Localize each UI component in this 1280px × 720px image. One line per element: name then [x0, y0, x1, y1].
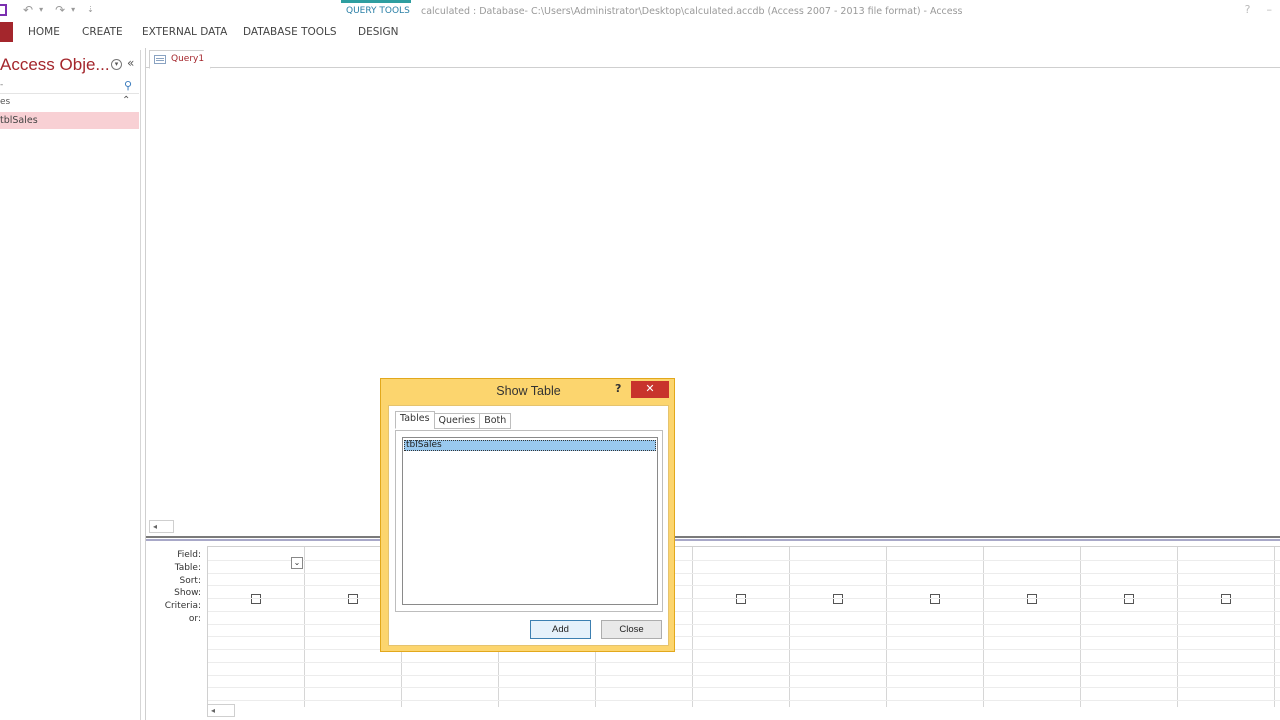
window-title: calculated : Database- C:\Users\Administ… — [421, 6, 963, 17]
navigation-pane: Access Obje... ▾ « - ⚲ es ⌃ tblSales — [0, 50, 141, 720]
tab-both[interactable]: Both — [479, 413, 512, 429]
grid-row-line — [208, 649, 1280, 650]
scroll-left-icon[interactable]: ◂ — [211, 706, 215, 715]
dialog-close-icon[interactable]: ✕ — [631, 381, 669, 398]
show-checkbox[interactable] — [736, 594, 746, 604]
nav-search-text: - — [0, 80, 4, 90]
tables-tab-panel: tblSales — [395, 430, 663, 612]
grid-row-line — [208, 559, 1280, 561]
document-tab-label: Query1 — [171, 54, 205, 64]
row-label-table: Table: — [174, 562, 201, 573]
nav-pane-header[interactable]: Access Obje... ▾ « — [0, 53, 141, 77]
tab-database-tools[interactable]: DATABASE TOOLS — [243, 26, 337, 38]
search-icon[interactable]: ⚲ — [124, 79, 136, 92]
row-label-field: Field: — [177, 550, 201, 560]
grid-row-line — [208, 700, 1280, 701]
redo-dropdown-icon[interactable]: ▾ — [71, 3, 75, 17]
minimize-icon[interactable]: – — [1267, 3, 1273, 16]
grid-column[interactable] — [1178, 547, 1275, 707]
show-checkbox[interactable] — [348, 594, 358, 604]
nav-item-label: tblSales — [0, 115, 38, 126]
design-grid-scrollbar[interactable]: ◂ — [207, 704, 235, 717]
tab-query1[interactable]: Query1 — [149, 50, 211, 69]
contextual-tab-label: QUERY TOOLS — [346, 6, 410, 16]
show-checkbox[interactable] — [930, 594, 940, 604]
add-button[interactable]: Add — [530, 620, 591, 639]
undo-icon[interactable]: ↶ — [23, 3, 33, 17]
grid-row-line — [208, 674, 1280, 676]
tab-create[interactable]: CREATE — [82, 26, 123, 38]
undo-dropdown-icon[interactable]: ▾ — [39, 3, 43, 17]
query-design-workspace: Query1 ◂ Field: Table: Sort: Show: Crite… — [145, 48, 1280, 720]
pane-splitter[interactable] — [146, 536, 1280, 541]
customize-qat-icon[interactable]: ⇣ — [87, 3, 94, 17]
grid-row-line — [208, 610, 1280, 612]
tab-home[interactable]: HOME — [28, 26, 60, 38]
file-tab[interactable] — [0, 22, 13, 42]
query-tools-contextual-tab: QUERY TOOLS — [341, 0, 411, 22]
nav-group-tables[interactable]: es ⌃ — [0, 95, 139, 111]
tab-external-data[interactable]: EXTERNAL DATA — [142, 26, 227, 38]
grid-row-line — [208, 661, 1280, 663]
grid-row-line — [208, 585, 1280, 587]
grid-row-line — [208, 598, 1280, 599]
table-pane-scrollbar[interactable]: ◂ — [149, 520, 174, 533]
row-label-criteria: Criteria: — [164, 601, 201, 611]
row-label-show: Show: — [174, 588, 201, 599]
grid-column[interactable] — [984, 547, 1081, 707]
document-tab-strip: Query1 — [146, 48, 1280, 69]
tables-listbox[interactable]: tblSales — [402, 437, 658, 605]
contextual-tab-accent — [341, 0, 411, 3]
show-checkbox[interactable] — [1124, 594, 1134, 604]
grid-row-line — [208, 572, 1280, 574]
grid-column[interactable] — [693, 547, 790, 707]
row-label-sort: Sort: — [179, 575, 201, 586]
dialog-help-icon[interactable]: ? — [615, 382, 621, 395]
nav-pane-title[interactable]: Access Obje... — [0, 55, 110, 75]
title-bar: ↶ ▾ ↷ ▾ ⇣ QUERY TOOLS calculated : Datab… — [0, 0, 1280, 22]
grid-row-line — [208, 636, 1280, 638]
grid-row-line — [208, 623, 1280, 625]
grid-column[interactable] — [1081, 547, 1178, 707]
grid-row-labels: Field: Table: Sort: Show: Criteria: or: — [146, 550, 203, 627]
nav-item-tblsales[interactable]: tblSales — [0, 112, 139, 129]
show-checkbox[interactable] — [1027, 594, 1037, 604]
nav-search-box[interactable]: - ⚲ — [0, 78, 139, 94]
help-icon[interactable]: ? — [1245, 3, 1251, 16]
nav-dropdown-icon[interactable]: ▾ — [111, 59, 122, 70]
tab-tables[interactable]: Tables — [395, 411, 435, 429]
show-checkbox[interactable] — [251, 594, 261, 604]
dialog-tabs: Tables Queries Both — [395, 411, 512, 430]
tab-queries[interactable]: Queries — [433, 413, 481, 429]
splitter-grip[interactable] — [716, 536, 746, 538]
save-icon[interactable] — [0, 4, 7, 16]
show-table-dialog: Show Table ? ✕ Tables Queries Both tblSa… — [380, 378, 675, 652]
show-checkbox[interactable] — [833, 594, 843, 604]
close-button[interactable]: Close — [601, 620, 662, 639]
field-dropdown-icon[interactable]: ⌄ — [291, 557, 303, 569]
ribbon-tab-bar: HOME CREATE EXTERNAL DATA DATABASE TOOLS… — [0, 22, 1280, 42]
grid-column[interactable] — [790, 547, 887, 707]
design-grid[interactable]: ⌄ — [207, 546, 1280, 707]
list-item[interactable]: tblSales — [404, 440, 656, 451]
redo-icon[interactable]: ↷ — [55, 3, 65, 17]
grid-column[interactable] — [208, 547, 305, 707]
grid-column[interactable] — [887, 547, 984, 707]
design-grid-pane: Field: Table: Sort: Show: Criteria: or: … — [146, 542, 1280, 720]
row-label-or: or: — [188, 613, 201, 624]
nav-group-label: es — [0, 97, 11, 107]
show-checkbox[interactable] — [1221, 594, 1231, 604]
table-pane[interactable] — [146, 69, 1280, 535]
grid-row-line — [208, 687, 1280, 689]
quick-access-toolbar: ↶ ▾ ↷ ▾ ⇣ — [0, 2, 94, 18]
chevron-up-icon[interactable]: ⌃ — [122, 95, 130, 106]
window-controls: ? – — [1245, 3, 1272, 16]
nav-collapse-icon[interactable]: « — [127, 56, 134, 70]
dialog-body: Tables Queries Both tblSales Add Close — [388, 405, 669, 646]
query-icon — [154, 55, 166, 64]
scroll-left-icon[interactable]: ◂ — [153, 522, 157, 531]
tab-design[interactable]: DESIGN — [358, 26, 398, 38]
